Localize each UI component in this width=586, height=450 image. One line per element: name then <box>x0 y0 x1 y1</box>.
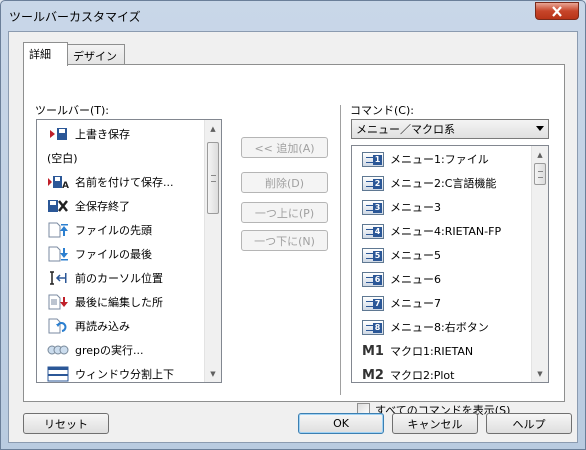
list-item[interactable]: 前のカーソル位置 <box>47 266 163 290</box>
chevron-down-icon <box>536 126 544 131</box>
list-item[interactable]: 4 メニュー4:RIETAN-FP <box>362 219 501 243</box>
list-item[interactable]: 7 メニュー7 <box>362 291 441 315</box>
vertical-divider <box>340 105 341 395</box>
list-item-label: マクロ2:Plot <box>390 369 455 382</box>
list-item-label: ファイルの最後 <box>75 248 152 261</box>
list-item[interactable]: 再読み込み <box>47 314 130 338</box>
list-item-label: 再読み込み <box>75 320 130 333</box>
list-item-label: (空白) <box>47 152 78 165</box>
scroll-thumb[interactable] <box>207 142 219 214</box>
list-item[interactable]: 1 メニュー1:ファイル <box>362 147 489 171</box>
list-item[interactable]: 3 メニュー3 <box>362 195 441 219</box>
menu-icon: 2 <box>362 174 384 192</box>
tab-panel: ツールバー(T): 上書き保存 (空白) A 名前を付けて保存... 全保存終了 <box>23 64 565 417</box>
list-item-label: メニュー8:右ボタン <box>390 321 489 334</box>
delete-button[interactable]: 削除(D) <box>241 172 328 193</box>
menu-icon: 4 <box>362 222 384 240</box>
list-item-label: マクロ1:RIETAN <box>390 345 474 358</box>
menu-icon: 6 <box>362 270 384 288</box>
menu-icon: 8 <box>362 318 384 336</box>
toolbar-list-scrollbar[interactable]: ▲ ▼ <box>204 120 221 382</box>
macro-icon: M1 <box>362 343 384 359</box>
list-item[interactable]: 5 メニュー5 <box>362 243 441 267</box>
command-category-select[interactable]: メニュー／マクロ系 <box>351 119 549 139</box>
list-item-label: メニュー3 <box>390 201 441 214</box>
command-list-scrollbar[interactable]: ▲ ▼ <box>531 146 548 382</box>
list-item-label: ファイルの先頭 <box>75 224 152 237</box>
list-item-label: 最後に編集した所 <box>75 296 163 309</box>
cancel-button[interactable]: キャンセル <box>392 413 478 434</box>
menu-icon: 3 <box>362 198 384 216</box>
list-item[interactable]: (空白) <box>47 146 78 170</box>
command-list-label: コマンド(C): <box>350 104 414 117</box>
add-button[interactable]: << 追加(A) <box>241 137 328 158</box>
split-window-icon <box>47 365 69 382</box>
list-item-label: メニュー2:C言語機能 <box>390 177 497 190</box>
toolbar-listbox[interactable]: 上書き保存 (空白) A 名前を付けて保存... 全保存終了 ファイルの先頭 フ… <box>36 119 222 383</box>
menu-icon: 1 <box>362 150 384 168</box>
close-button[interactable] <box>535 2 579 20</box>
ok-button[interactable]: OK <box>298 413 384 434</box>
list-item[interactable]: ファイルの先頭 <box>47 218 152 242</box>
dialog-client-area: 詳細 デザイン ツールバー(T): 上書き保存 (空白) A 名前を付けて保存.… <box>8 31 578 443</box>
file-top-icon <box>47 221 69 239</box>
list-item-label: grepの実行... <box>75 344 144 357</box>
select-value: メニュー／マクロ系 <box>356 123 455 136</box>
list-item[interactable]: 上書き保存 <box>47 122 130 146</box>
scroll-up-icon[interactable]: ▲ <box>532 146 548 163</box>
list-item-label: メニュー7 <box>390 297 441 310</box>
move-down-button[interactable]: 一つ下に(N) <box>241 230 328 251</box>
scroll-up-icon[interactable]: ▲ <box>205 120 221 137</box>
list-item-label: メニュー6 <box>390 273 441 286</box>
macro-icon: M2 <box>362 367 384 383</box>
grep-icon <box>47 341 69 359</box>
menu-icon: 7 <box>362 294 384 312</box>
command-listbox[interactable]: 1 メニュー1:ファイル 2 メニュー2:C言語機能 3 メニュー3 4 メニュ… <box>351 145 549 383</box>
scroll-down-icon[interactable]: ▼ <box>205 365 221 382</box>
list-item[interactable]: ファイルの最後 <box>47 242 152 266</box>
title-bar[interactable]: ツールバーカスタマイズ <box>1 1 585 31</box>
reset-button[interactable]: リセット <box>23 413 109 434</box>
tab-details[interactable]: 詳細 <box>23 42 68 66</box>
list-item-label: メニュー1:ファイル <box>390 153 489 166</box>
list-item-label: メニュー5 <box>390 249 441 262</box>
list-item-label: メニュー4:RIETAN-FP <box>390 225 502 238</box>
scroll-thumb[interactable] <box>534 163 546 185</box>
file-bottom-icon <box>47 245 69 263</box>
list-item[interactable]: M2 マクロ2:Plot <box>362 363 454 383</box>
list-item[interactable]: M1 マクロ1:RIETAN <box>362 339 473 363</box>
save-all-exit-icon <box>47 197 69 215</box>
list-item[interactable]: 8 メニュー8:右ボタン <box>362 315 489 339</box>
move-up-button[interactable]: 一つ上に(P) <box>241 202 328 223</box>
toolbar-list-label: ツールバー(T): <box>35 104 110 117</box>
list-item[interactable]: ウィンドウ分割上下 <box>47 362 174 382</box>
window-title: ツールバーカスタマイズ <box>9 10 141 24</box>
reload-icon <box>47 317 69 335</box>
close-icon <box>552 5 562 17</box>
last-edit-icon <box>47 293 69 311</box>
scroll-down-icon[interactable]: ▼ <box>532 365 548 382</box>
dialog-window: ツールバーカスタマイズ 詳細 デザイン ツールバー(T): 上書き保存 (空白)… <box>0 0 586 450</box>
list-item-label: 名前を付けて保存... <box>75 176 174 189</box>
svg-text:A: A <box>62 181 69 189</box>
prev-cursor-icon <box>47 269 69 287</box>
list-item[interactable]: 6 メニュー6 <box>362 267 441 291</box>
save-icon <box>47 125 69 143</box>
list-item[interactable]: 全保存終了 <box>47 194 130 218</box>
list-item-label: 全保存終了 <box>75 200 130 213</box>
save-as-icon: A <box>47 173 69 191</box>
help-button[interactable]: ヘルプ <box>486 413 572 434</box>
tab-design[interactable]: デザイン <box>67 44 125 65</box>
list-item[interactable]: A 名前を付けて保存... <box>47 170 174 194</box>
list-item-label: ウィンドウ分割上下 <box>75 368 174 381</box>
list-item[interactable]: grepの実行... <box>47 338 144 362</box>
menu-icon: 5 <box>362 246 384 264</box>
list-item-label: 上書き保存 <box>75 128 130 141</box>
list-item[interactable]: 最後に編集した所 <box>47 290 163 314</box>
list-item[interactable]: 2 メニュー2:C言語機能 <box>362 171 496 195</box>
list-item-label: 前のカーソル位置 <box>75 272 163 285</box>
